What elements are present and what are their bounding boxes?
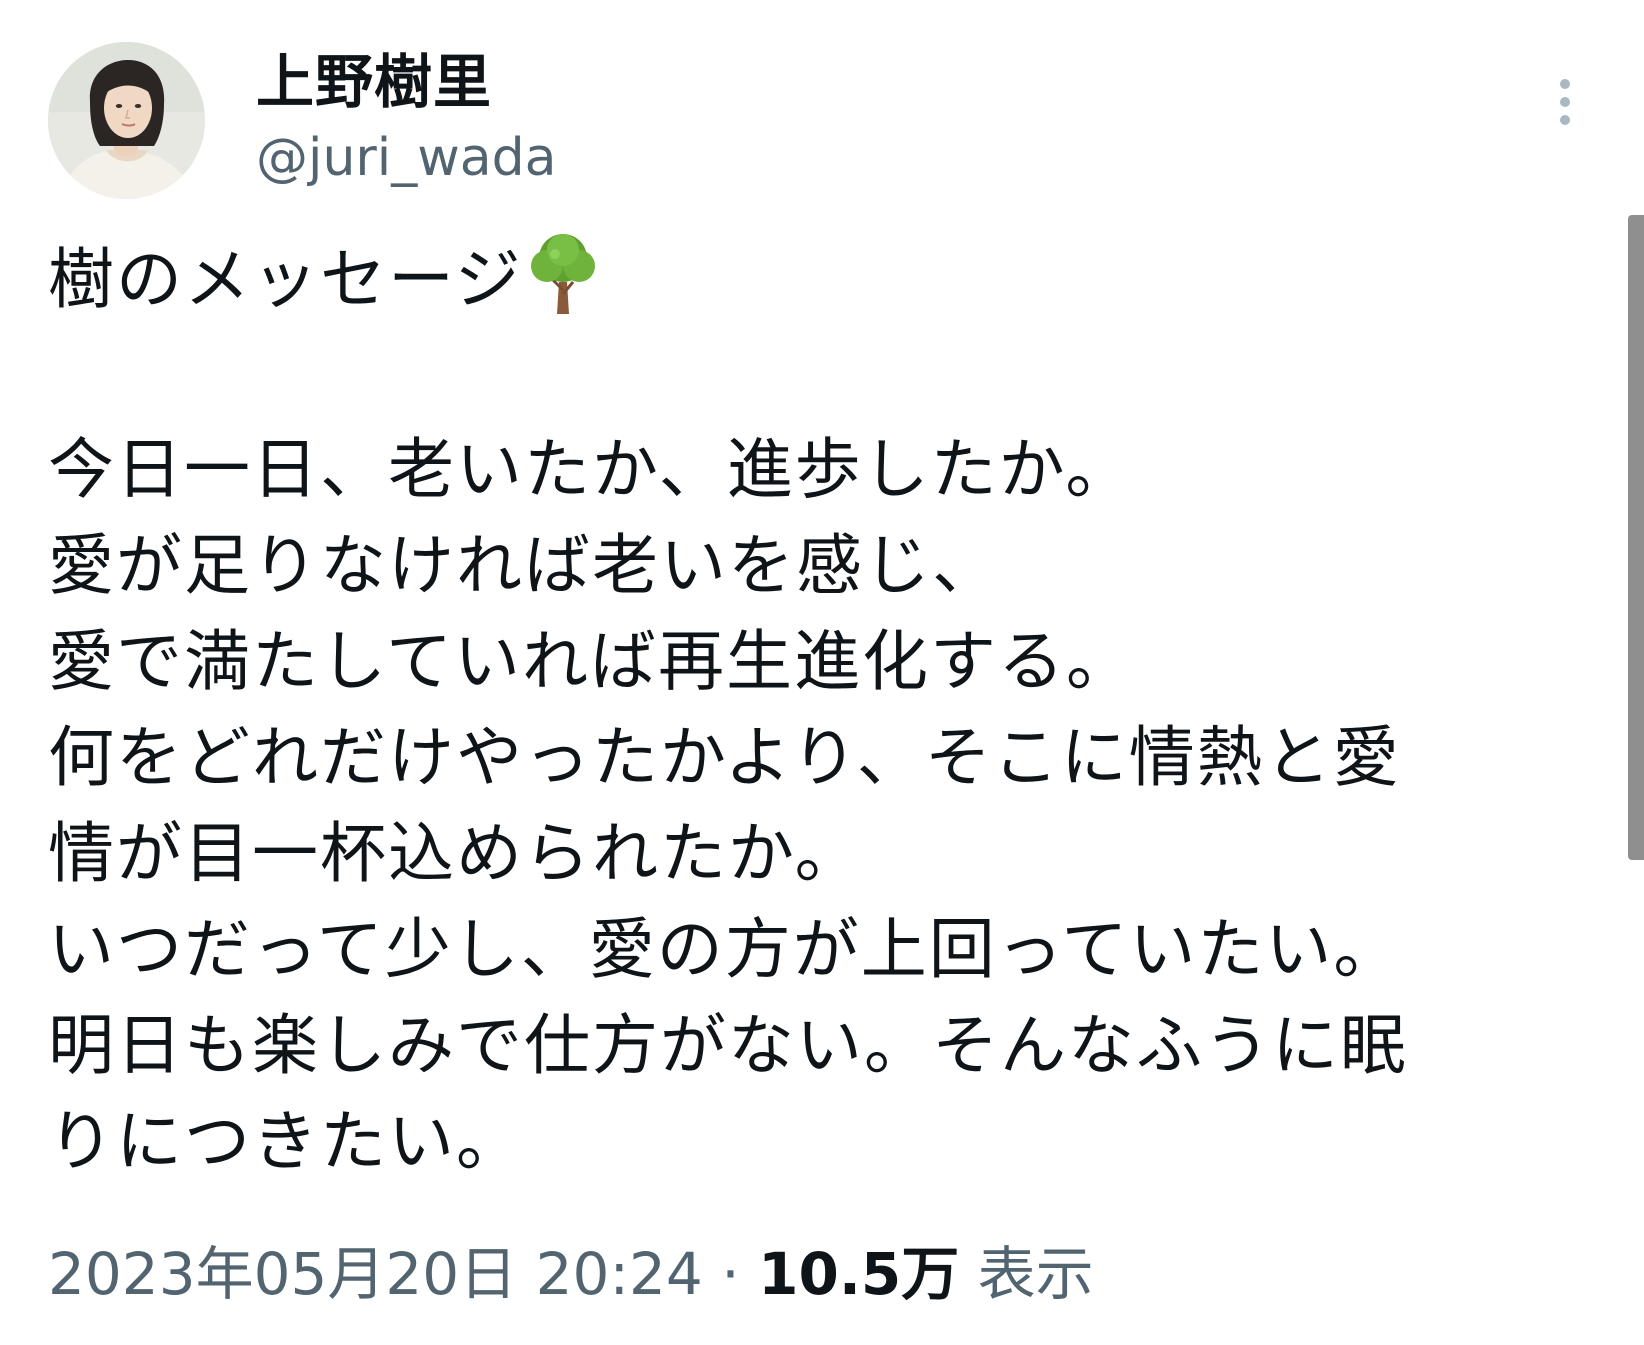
meta-separator: · xyxy=(702,1240,759,1308)
tweet-line: りにつきたい。 xyxy=(48,1103,524,1180)
tweet-title-text: 樹のメッセージ xyxy=(48,241,523,318)
avatar-image xyxy=(48,42,205,199)
tweet-line: いつだって少し、愛の方が上回っていたい。 xyxy=(48,911,1402,988)
tweet-line: 愛が足りなければ老いを感じ、 xyxy=(48,527,1000,604)
scrollbar[interactable] xyxy=(1628,215,1644,860)
tweet-timestamp[interactable]: 2023年05月20日 20:24 xyxy=(48,1240,703,1308)
avatar[interactable] xyxy=(48,42,205,199)
more-options-button[interactable] xyxy=(1548,72,1582,144)
tweet-title-line: 樹のメッセージ xyxy=(48,230,1548,326)
tweet-body: 樹のメッセージ 今日一日、老いたか、進歩したか。 愛が足りなければ老いを感じ、 … xyxy=(48,230,1548,1190)
more-vertical-icon xyxy=(1560,79,1570,125)
tweet-card: 上野樹里 @juri_wada 樹のメッセージ 今日一日、老いたか、進歩したか。… xyxy=(0,0,1644,1345)
tweet-line: 愛で満たしていれば再生進化する。 xyxy=(48,623,1135,700)
views-count: 10.5万 xyxy=(758,1240,960,1308)
tweet-meta: 2023年05月20日 20:24 · 10.5万 表示 xyxy=(48,1236,1094,1312)
tweet-line: 何をどれだけやったかより、そこに情熱と愛 xyxy=(48,719,1401,796)
views-label: 表示 xyxy=(977,1240,1094,1308)
tweet-line: 明日も楽しみで仕方がない。そんなふうに眠 xyxy=(48,1007,1408,1084)
author-display-name[interactable]: 上野樹里 xyxy=(256,42,492,122)
tweet-line: 情が目一杯込められたか。 xyxy=(48,815,863,892)
author-handle[interactable]: @juri_wada xyxy=(256,124,557,192)
tree-icon xyxy=(527,230,599,316)
tweet-line: 今日一日、老いたか、進歩したか。 xyxy=(48,431,1134,508)
